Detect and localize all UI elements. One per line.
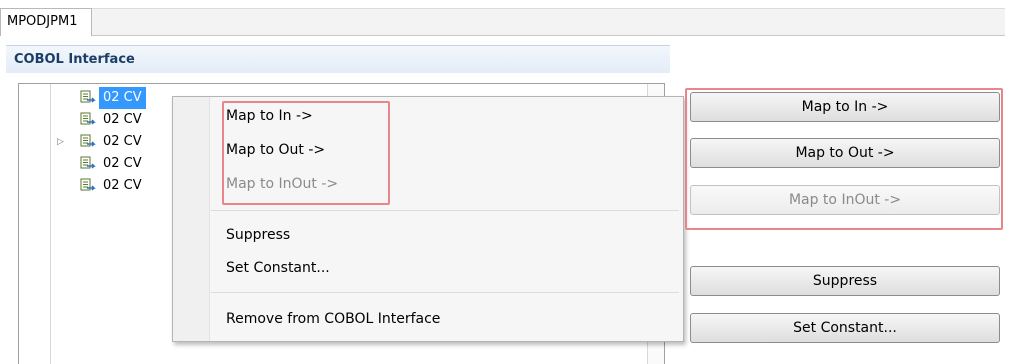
tree-row[interactable]: 02 CV: [79, 175, 146, 197]
suppress-button[interactable]: Suppress: [690, 266, 1000, 296]
tree-row-label: 02 CV: [103, 112, 142, 127]
tree-row-label: 02 CV: [99, 87, 146, 109]
tree-row[interactable]: 02 CV: [79, 153, 146, 175]
tree-row-label: 02 CV: [103, 134, 142, 149]
context-menu: Map to In -> Map to Out -> Map to InOut …: [172, 96, 684, 342]
tree-gutter: [19, 84, 51, 364]
map-to-out-button[interactable]: Map to Out ->: [690, 138, 1000, 168]
cobol-field-icon: [80, 156, 96, 169]
map-to-inout-button[interactable]: Map to InOut ->: [690, 185, 1000, 215]
context-menu-icon-column: [173, 97, 210, 341]
editor-tab[interactable]: MPODJPM1: [0, 8, 92, 36]
editor-tab-bar: MPODJPM1: [0, 8, 1005, 36]
section-title[interactable]: COBOL Interface: [6, 45, 670, 73]
map-to-in-button[interactable]: Map to In ->: [690, 92, 1000, 122]
cobol-field-icon: [80, 112, 96, 125]
tree-row-label: 02 CV: [103, 156, 142, 171]
tree-row[interactable]: 02 CV: [79, 87, 146, 109]
menu-item-set-constant[interactable]: Set Constant...: [226, 255, 330, 281]
expand-arrow-icon[interactable]: ▷: [57, 131, 67, 153]
tree-row-label: 02 CV: [103, 178, 142, 193]
tab-bar-filler: [92, 8, 1005, 35]
menu-item-suppress[interactable]: Suppress: [226, 222, 290, 248]
menu-separator: [211, 210, 679, 211]
set-constant-button[interactable]: Set Constant...: [690, 313, 1000, 343]
menu-item-map-to-in[interactable]: Map to In ->: [226, 103, 313, 129]
menu-item-remove-from-cobol-interface[interactable]: Remove from COBOL Interface: [226, 306, 440, 332]
cobol-field-icon: [80, 134, 96, 147]
tree-row[interactable]: 02 CV: [79, 109, 146, 131]
cobol-field-icon: [80, 178, 96, 191]
cobol-field-icon: [80, 90, 96, 103]
menu-item-map-to-out[interactable]: Map to Out ->: [226, 137, 325, 163]
menu-item-map-to-inout[interactable]: Map to InOut ->: [226, 171, 338, 197]
tree-row[interactable]: ▷ 02 CV: [57, 131, 146, 153]
menu-separator: [211, 292, 679, 293]
